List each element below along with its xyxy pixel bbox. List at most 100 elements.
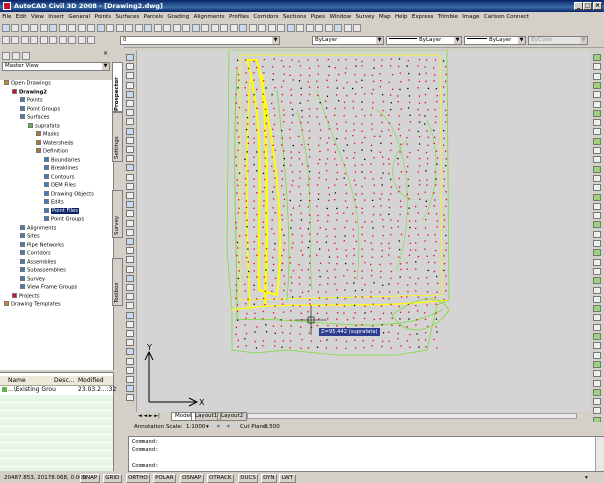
modify-tool-icon[interactable] <box>593 305 601 313</box>
modify-tool-icon[interactable] <box>593 342 601 350</box>
modify-tool-icon[interactable] <box>593 407 601 415</box>
menu-item[interactable]: Map <box>377 12 393 22</box>
tab-survey[interactable]: Survey <box>112 190 123 238</box>
toolbar-button-icon[interactable] <box>201 24 209 32</box>
menu-item[interactable]: Alignments <box>191 12 226 22</box>
toolbar-button-icon[interactable] <box>258 24 266 32</box>
tree-item[interactable]: Pipe Networks <box>20 241 64 250</box>
command-window[interactable]: Command: Command: Command: <box>128 436 604 472</box>
modify-tool-icon[interactable] <box>593 277 601 285</box>
chevron-down-icon[interactable]: ▾ <box>206 422 209 432</box>
toolbar-button-icon[interactable] <box>134 24 143 32</box>
modify-tool-icon[interactable] <box>593 119 601 127</box>
menu-item[interactable]: Carlson Connect <box>482 12 532 22</box>
toolbar-button-icon[interactable] <box>229 24 238 32</box>
tree-item[interactable]: Contours <box>44 173 74 182</box>
draw-tool-icon[interactable] <box>126 182 134 190</box>
toggle-lwt[interactable]: LWT <box>279 474 296 483</box>
menu-item[interactable]: Corridors <box>251 12 281 22</box>
tree-item[interactable]: Point Files <box>44 207 79 216</box>
panel-option-icon[interactable] <box>2 52 10 60</box>
drawing-canvas[interactable]: Y X Z=95.442 (suprafata) <box>137 50 590 412</box>
tree-item[interactable]: Drawing2 <box>12 88 47 97</box>
menu-item[interactable]: View <box>29 12 46 22</box>
draw-tool-icon[interactable] <box>126 164 134 172</box>
draw-tool-icon[interactable] <box>126 320 134 328</box>
tree-item[interactable]: View Frame Groups <box>20 284 77 292</box>
toolbar-button-icon[interactable] <box>20 24 29 32</box>
tree-item[interactable]: Drawing Objects <box>44 190 94 199</box>
tree-item[interactable]: Survey <box>20 275 45 284</box>
layer-dropdown[interactable]: 0 ▼ <box>120 36 280 45</box>
draw-tool-icon[interactable] <box>126 81 134 89</box>
toolbar-button-icon[interactable] <box>153 24 162 32</box>
linetype-dropdown[interactable]: ByLayer ▼ <box>386 36 462 45</box>
menu-item[interactable]: Profiles <box>227 12 251 22</box>
layer-tool-icon[interactable] <box>11 36 19 44</box>
tab-nav-icon[interactable]: ◄ ◄ ► ►| <box>138 413 160 419</box>
draw-tool-icon[interactable] <box>126 136 134 144</box>
menu-item[interactable]: Pipes <box>308 12 327 22</box>
toolbar-button-icon[interactable] <box>353 24 361 32</box>
toolbar-button-icon[interactable] <box>296 24 304 32</box>
draw-tool-icon[interactable] <box>126 238 134 245</box>
modify-tool-icon[interactable] <box>593 109 601 117</box>
tree-item[interactable]: Projects <box>12 292 39 301</box>
toolbar-button-icon[interactable] <box>210 24 219 32</box>
lineweight-dropdown[interactable]: ByLayer ▼ <box>464 36 526 45</box>
command-prompt[interactable]: Command: <box>132 463 159 469</box>
draw-tool-icon[interactable] <box>126 256 134 264</box>
toolbar-button-icon[interactable] <box>163 24 171 32</box>
menu-item[interactable]: Insert <box>46 12 66 22</box>
modify-tool-icon[interactable] <box>593 221 601 229</box>
modify-tool-icon[interactable] <box>593 398 601 406</box>
tree-item[interactable]: Watersheds <box>36 139 74 148</box>
modify-tool-icon[interactable] <box>593 388 601 396</box>
menu-item[interactable]: Points <box>92 12 113 22</box>
modify-tool-icon[interactable] <box>593 184 601 192</box>
toolbar-button-icon[interactable] <box>305 24 314 32</box>
toggle-otrack[interactable]: OTRACK <box>206 474 234 483</box>
table-row[interactable]: ...\Existing Grou 23.03.2...:32 <box>0 386 116 394</box>
column-desc[interactable]: Desc... <box>54 377 74 384</box>
layer-tool-icon[interactable] <box>30 36 38 44</box>
draw-tool-icon[interactable] <box>126 274 134 282</box>
close-panel-icon[interactable]: × <box>103 50 110 57</box>
draw-tool-icon[interactable] <box>126 192 134 199</box>
draw-tool-icon[interactable] <box>126 109 134 117</box>
toolbar-button-icon[interactable] <box>267 24 276 32</box>
toolbar-button-icon[interactable] <box>58 24 67 32</box>
tree-item[interactable]: Boundaries <box>44 156 80 165</box>
minimize-button[interactable]: _ <box>574 2 583 10</box>
tab-layout2[interactable]: Layout2 <box>217 412 248 421</box>
draw-tool-icon[interactable] <box>126 311 134 319</box>
toolbar-button-icon[interactable] <box>39 24 48 32</box>
toolbar-button-icon[interactable] <box>96 24 105 32</box>
draw-tool-icon[interactable] <box>126 348 134 356</box>
toolbar-button-icon[interactable] <box>77 24 86 32</box>
tree-item[interactable]: Point Groups <box>20 105 60 114</box>
tree-item[interactable]: Definition <box>36 148 68 156</box>
draw-tool-icon[interactable] <box>126 293 134 301</box>
toolbar-button-icon[interactable] <box>191 24 200 32</box>
draw-tool-icon[interactable] <box>126 330 134 337</box>
layer-tool-icon[interactable] <box>68 36 76 44</box>
menu-item[interactable]: General <box>66 12 92 22</box>
modify-tool-icon[interactable] <box>593 267 601 275</box>
modify-tool-icon[interactable] <box>593 323 601 331</box>
toggle-polar[interactable]: POLAR <box>152 474 177 483</box>
layer-tool-icon[interactable] <box>58 36 67 44</box>
modify-tool-icon[interactable] <box>593 370 601 378</box>
tree-item[interactable]: Edits <box>44 199 64 207</box>
toggle-ducs[interactable]: DUCS <box>237 474 259 483</box>
draw-tool-icon[interactable] <box>126 201 134 209</box>
layer-tool-icon[interactable] <box>20 36 29 44</box>
command-scrollbar[interactable] <box>595 437 604 471</box>
toolbar-button-icon[interactable] <box>11 24 19 32</box>
plotstyle-dropdown[interactable]: ByColor ▼ <box>528 36 588 45</box>
toolbar-button-icon[interactable] <box>68 24 76 32</box>
modify-tool-icon[interactable] <box>593 379 601 387</box>
column-modified[interactable]: Modified <box>78 377 104 384</box>
modify-tool-icon[interactable] <box>593 360 601 368</box>
tab-settings[interactable]: Settings <box>112 112 123 162</box>
